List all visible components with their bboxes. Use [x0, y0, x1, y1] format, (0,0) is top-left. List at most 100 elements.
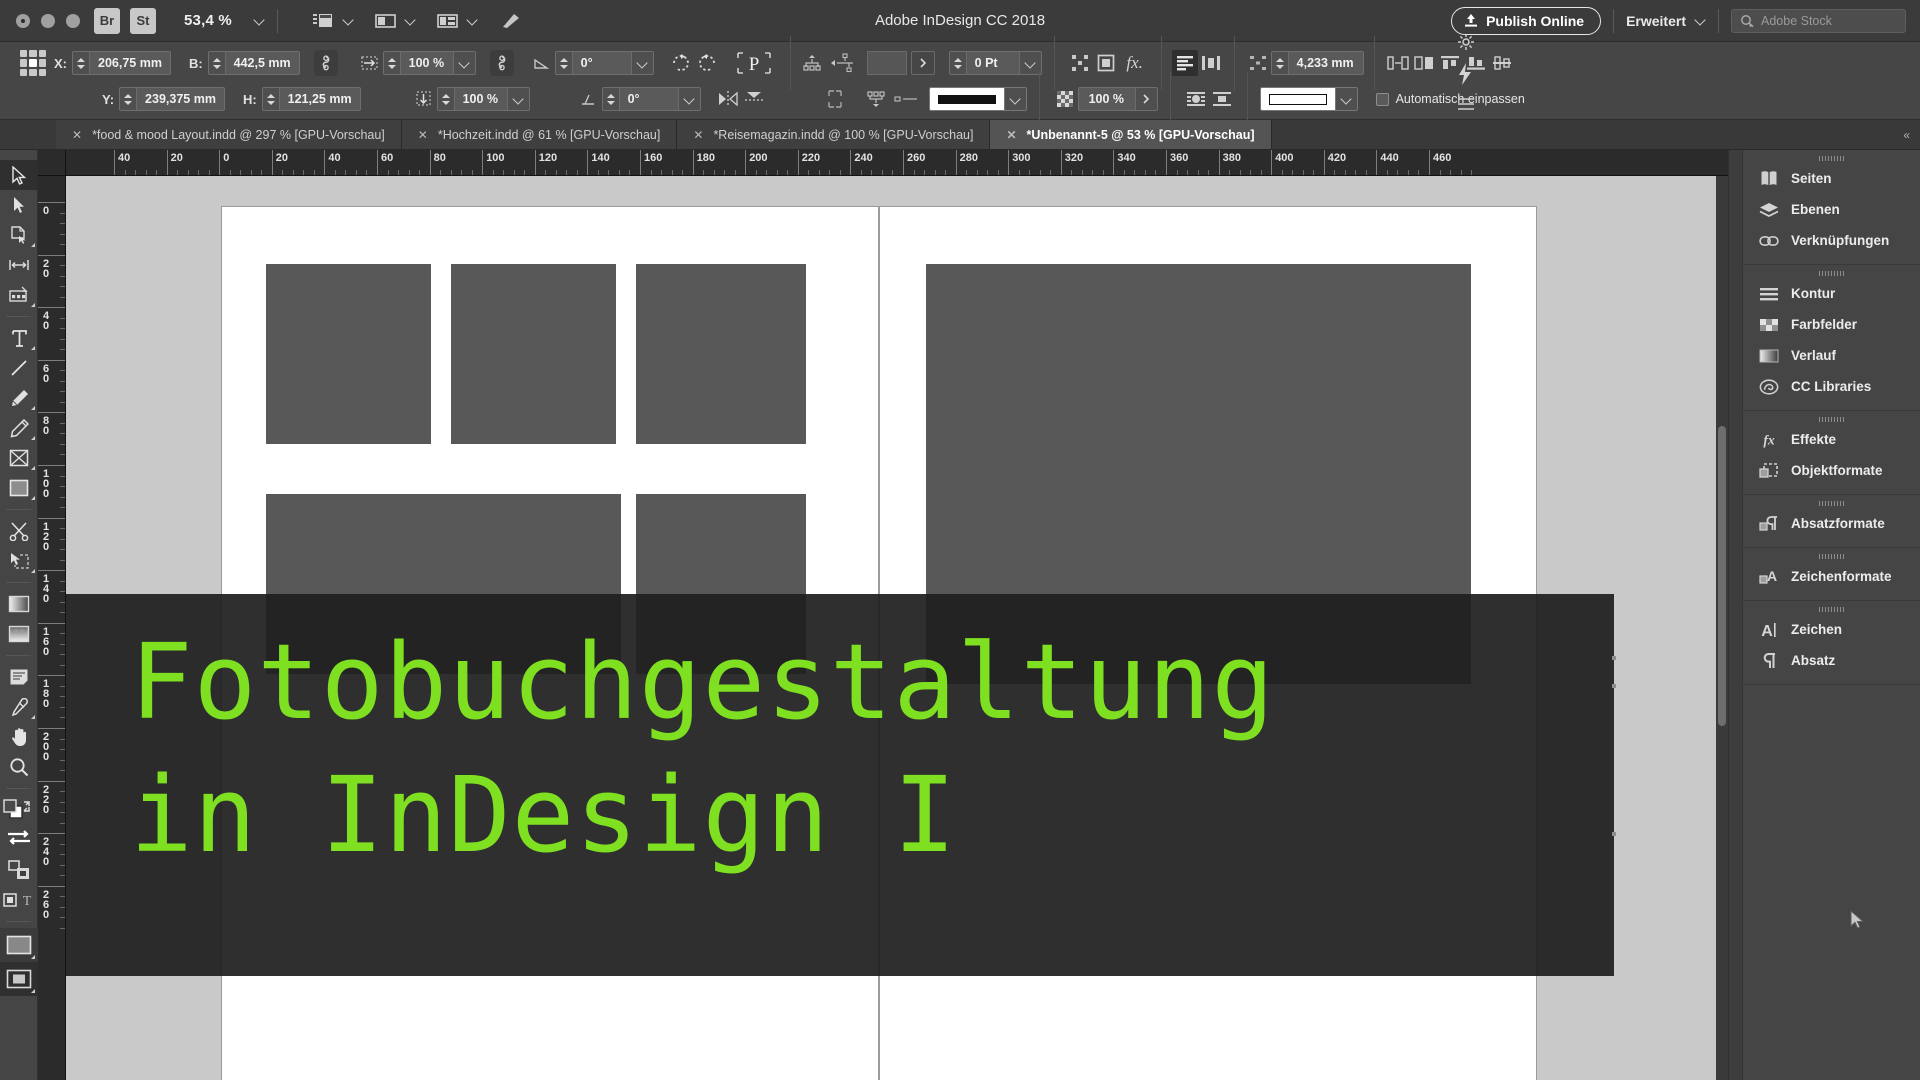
preview-view-mode-button[interactable] — [0, 962, 38, 996]
panel-group-drag-handle[interactable] — [1743, 269, 1920, 278]
text-wrap-bottom-icon[interactable] — [889, 86, 923, 112]
close-icon[interactable]: ✕ — [1006, 128, 1016, 142]
shear-field[interactable]: 0° — [601, 87, 701, 111]
window-controls[interactable] — [0, 13, 94, 28]
height-value[interactable]: 121,25 mm — [280, 92, 360, 106]
close-icon[interactable]: ✕ — [72, 128, 82, 142]
stroke-weight-field[interactable]: 0 Pt — [948, 51, 1042, 75]
zoom-tool[interactable] — [0, 752, 38, 782]
y-stepper[interactable] — [120, 88, 138, 110]
screen-mode-dropdown-icon[interactable] — [343, 15, 354, 26]
vertical-ruler[interactable]: 0 20 40 60 80 100 120 140 160 180 200 220 240 260 — [38, 176, 66, 1080]
close-window-button[interactable] — [16, 13, 30, 28]
fill-style-dropdown-icon[interactable] — [1334, 88, 1357, 110]
fill-style-field[interactable] — [1259, 87, 1358, 111]
page-tool[interactable] — [0, 220, 38, 250]
scale-y-value[interactable]: 100 % — [455, 92, 507, 106]
collapse-tabs-icon[interactable]: « — [1893, 120, 1920, 149]
height-field[interactable]: 121,25 mm — [261, 87, 361, 111]
image-frame-3[interactable] — [636, 264, 806, 444]
scale-x-value[interactable]: 100 % — [401, 56, 453, 70]
headline-text-frame[interactable]: Fotobuchgestaltung in InDesign I — [130, 616, 1275, 882]
flip-horizontal-icon[interactable] — [715, 86, 741, 112]
stroke-style-field[interactable] — [928, 87, 1027, 111]
x-field[interactable]: 206,75 mm — [72, 51, 171, 75]
opacity-expand-icon[interactable] — [1134, 88, 1157, 110]
normal-view-mode-button[interactable] — [0, 928, 38, 962]
dock-collapse-rail[interactable] — [1729, 150, 1743, 1080]
selection-tool[interactable] — [0, 160, 38, 190]
quick-apply-icon[interactable] — [1451, 61, 1477, 87]
panel-item-absatzformate[interactable]: Absatzformate — [1743, 508, 1920, 539]
panel-group-drag-handle[interactable] — [1743, 552, 1920, 561]
auto-fit-checkbox-row[interactable]: Automatisch einpassen — [1375, 92, 1525, 106]
apply-to-container-or-text[interactable]: T — [0, 885, 38, 915]
rotation-stepper[interactable] — [555, 52, 573, 74]
stroke-options-expand-button[interactable] — [910, 51, 935, 75]
distribute-top-icon[interactable] — [799, 50, 825, 76]
rotation-field[interactable]: 0° — [554, 51, 654, 75]
align-center-frame-icon[interactable] — [1209, 86, 1235, 112]
image-frame-1[interactable] — [266, 264, 431, 444]
scale-x-field[interactable]: 100 % — [382, 51, 476, 75]
stroke-weight-value[interactable]: 0 Pt — [967, 56, 1019, 70]
y-value[interactable]: 239,375 mm — [137, 92, 224, 106]
eyedropper-tool[interactable] — [0, 692, 38, 722]
scale-y-stepper[interactable] — [437, 88, 455, 110]
document-tab-0[interactable]: ✕ *food & mood Layout.indd @ 297 % [GPU-… — [56, 120, 402, 149]
type-tool[interactable] — [0, 323, 38, 353]
stock-search-input[interactable]: Adobe Stock — [1761, 14, 1832, 28]
close-icon[interactable]: ✕ — [693, 128, 703, 142]
scale-y-field[interactable]: 100 % — [436, 87, 530, 111]
document-tab-1[interactable]: ✕ *Hochzeit.indd @ 61 % [GPU-Vorschau] — [401, 120, 678, 149]
flip-vertical-icon[interactable] — [741, 86, 767, 112]
rectangle-tool[interactable] — [0, 473, 38, 503]
workspace-dropdown-icon[interactable] — [1695, 15, 1706, 26]
distribute-horizontal-space-icon[interactable] — [1385, 50, 1411, 76]
x-value[interactable]: 206,75 mm — [90, 56, 170, 70]
frame-tool[interactable] — [0, 443, 38, 473]
width-field[interactable]: 442,5 mm — [207, 51, 300, 75]
stock-button[interactable]: St — [130, 7, 156, 34]
selection-handle-right-bottom[interactable] — [1612, 832, 1616, 836]
stroke-weight-stepper[interactable] — [949, 52, 967, 74]
panel-item-cc-libraries[interactable]: CC Libraries — [1743, 371, 1920, 402]
adobe-stock-search[interactable]: Adobe Stock — [1731, 8, 1906, 33]
panel-item-zeichenformate[interactable]: A Zeichenformate — [1743, 561, 1920, 592]
panel-group-drag-handle[interactable] — [1743, 415, 1920, 424]
rotation-value[interactable]: 0° — [573, 56, 631, 70]
align-center-group-icon[interactable] — [1489, 50, 1515, 76]
document-canvas[interactable]: Fotobuchgestaltung in InDesign I — [66, 176, 1728, 1080]
panel-group-drag-handle[interactable] — [1743, 499, 1920, 508]
layout-dropdown-icon[interactable] — [467, 15, 478, 26]
gap-stepper[interactable] — [1271, 52, 1289, 74]
panel-item-kontur[interactable]: Kontur — [1743, 278, 1920, 309]
opacity-value[interactable]: 100 % — [1079, 92, 1135, 106]
constrain-proportions-scale-button[interactable] — [489, 50, 514, 76]
direct-selection-tool[interactable] — [0, 190, 38, 220]
effects-fx-button[interactable]: fx. — [1119, 50, 1151, 76]
selection-handle-right-top[interactable] — [1612, 656, 1616, 660]
gap-tool[interactable] — [0, 250, 38, 280]
distribute-bottom-icon[interactable] — [863, 86, 889, 112]
text-wrap-around-icon[interactable] — [1183, 86, 1209, 112]
distribute-space-icon[interactable] — [1411, 50, 1437, 76]
height-stepper[interactable] — [262, 88, 280, 110]
scale-x-stepper[interactable] — [383, 52, 401, 74]
rotate-counterclockwise-icon[interactable] — [694, 50, 720, 76]
panel-item-effekte[interactable]: fx Effekte — [1743, 424, 1920, 455]
content-collector-tool[interactable] — [0, 280, 38, 310]
canvas-vertical-scrollbar[interactable] — [1716, 176, 1728, 1080]
view-arrange-control[interactable] — [374, 12, 416, 30]
select-content-icon[interactable] — [1067, 50, 1093, 76]
shear-value[interactable]: 0° — [620, 92, 678, 106]
stroke-weight-dropdown-icon[interactable] — [1018, 52, 1041, 74]
align-left-edges-icon[interactable] — [1171, 50, 1198, 76]
ruler-origin-handle[interactable] — [38, 150, 66, 176]
width-stepper[interactable] — [208, 52, 226, 74]
workspace-switcher[interactable]: Erweitert — [1626, 13, 1706, 29]
width-value[interactable]: 442,5 mm — [226, 56, 299, 70]
stroke-color-preview[interactable] — [866, 51, 907, 75]
stroke-style-dropdown-icon[interactable] — [1003, 88, 1026, 110]
rotation-dropdown-icon[interactable] — [630, 52, 653, 74]
